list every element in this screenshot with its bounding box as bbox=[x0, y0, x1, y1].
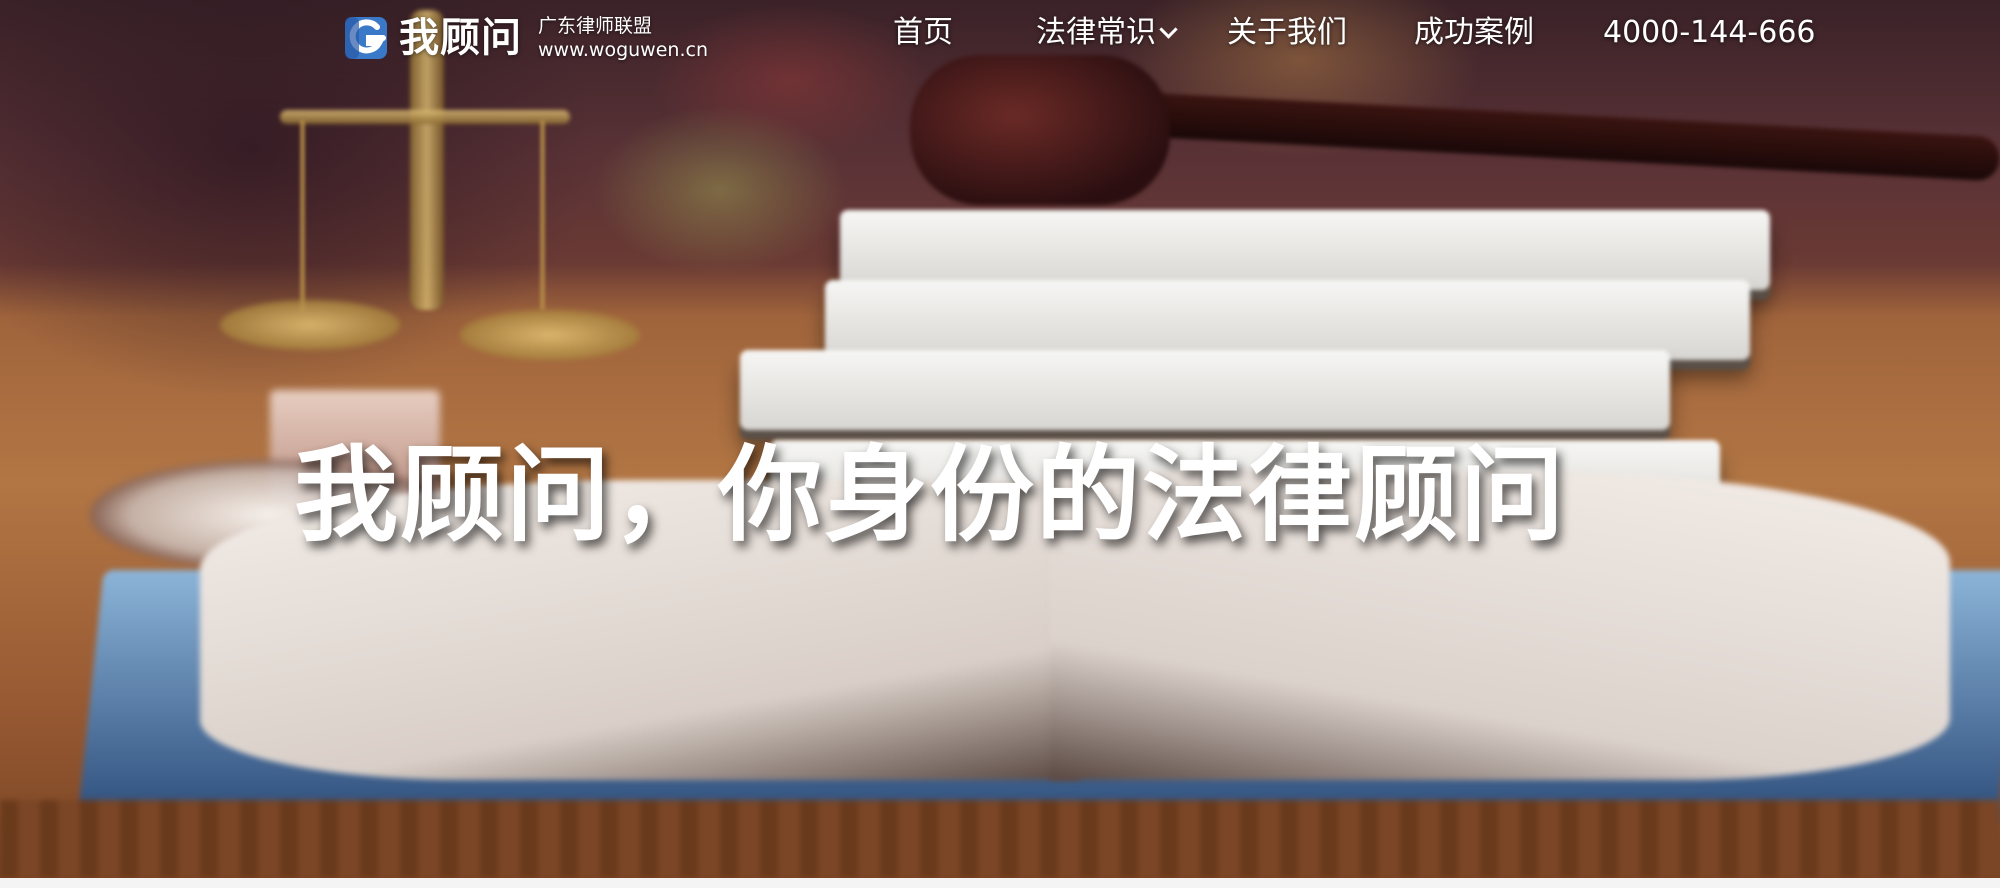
gavel-image bbox=[1139, 92, 2000, 182]
brand-name: 我顾问 bbox=[399, 15, 522, 61]
nav-about[interactable]: 关于我们 bbox=[1227, 10, 1347, 56]
nav-home[interactable]: 首页 bbox=[893, 10, 953, 56]
hero-title: 我顾问，你身份的法律顾问 bbox=[293, 434, 1566, 556]
chevron-down-icon bbox=[1159, 20, 1178, 39]
nav-legal-knowledge-label: 法律常识 bbox=[1036, 15, 1156, 50]
brand-url: www.woguwen.cn bbox=[538, 39, 708, 61]
logo-icon bbox=[343, 15, 389, 61]
brand-tagline: 广东律师联盟 bbox=[538, 15, 653, 37]
nav-cases[interactable]: 成功案例 bbox=[1414, 10, 1534, 56]
top-navbar: 我顾问 广东律师联盟 www.woguwen.cn 首页 法律常识 关于我们 成… bbox=[0, 0, 2000, 70]
site-logo[interactable]: 我顾问 广东律师联盟 www.woguwen.cn bbox=[343, 14, 708, 62]
nav-phone[interactable]: 4000-144-666 bbox=[1603, 10, 1816, 56]
nav-legal-knowledge[interactable]: 法律常识 bbox=[1036, 10, 1178, 56]
